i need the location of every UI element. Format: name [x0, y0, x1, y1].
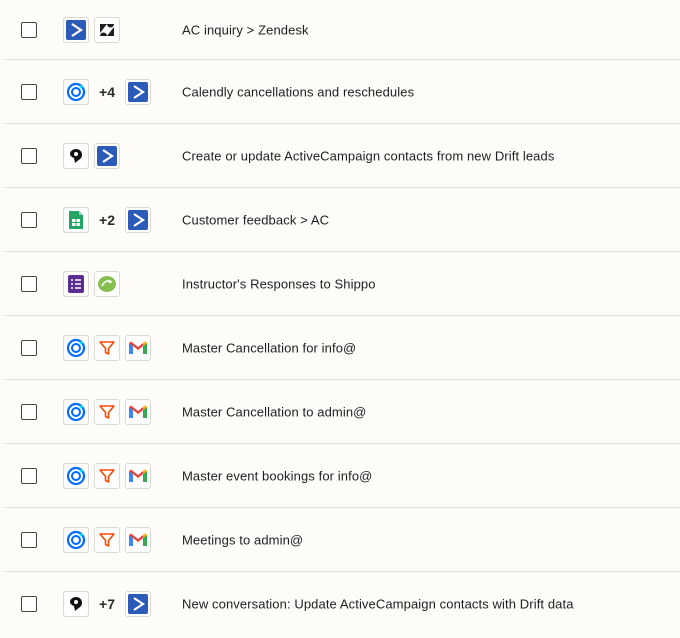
select-checkbox[interactable] — [21, 211, 37, 228]
activecampaign-icon — [94, 142, 120, 169]
select-checkbox[interactable] — [21, 531, 37, 548]
google-forms-icon — [63, 270, 89, 297]
more-apps-count: +7 — [94, 591, 120, 617]
zap-title[interactable]: New conversation: Update ActiveCampaign … — [182, 597, 574, 612]
zap-row[interactable]: Master Cancellation for info@ — [4, 316, 680, 380]
gmail-icon — [125, 526, 151, 553]
zap-row[interactable]: +7 New conversation: Update ActiveCampai… — [4, 572, 680, 636]
select-checkbox[interactable] — [21, 467, 37, 484]
zap-row[interactable]: AC inquiry > Zendesk — [4, 0, 680, 60]
shippo-icon — [94, 270, 120, 297]
app-icons — [63, 16, 120, 43]
zendesk-icon — [94, 16, 120, 43]
zap-row[interactable]: +4 Calendly cancellations and reschedule… — [4, 60, 680, 124]
app-icons: +7 — [63, 591, 151, 617]
calendly-icon — [63, 334, 89, 361]
zap-row[interactable]: Create or update ActiveCampaign contacts… — [4, 124, 680, 188]
zap-title[interactable]: Instructor's Responses to Shippo — [182, 276, 376, 291]
select-checkbox[interactable] — [21, 275, 37, 292]
calendly-icon — [63, 526, 89, 553]
zap-title[interactable]: Master event bookings for info@ — [182, 468, 372, 483]
zap-title[interactable]: Meetings to admin@ — [182, 532, 303, 547]
app-icons — [63, 526, 151, 553]
gmail-icon — [125, 334, 151, 361]
calendly-icon — [63, 398, 89, 425]
zap-row[interactable]: Instructor's Responses to Shippo — [4, 252, 680, 316]
filter-icon — [94, 398, 120, 425]
zap-title[interactable]: Master Cancellation to admin@ — [182, 404, 366, 419]
google-sheets-icon — [63, 206, 89, 233]
calendly-icon — [63, 462, 89, 489]
gmail-icon — [125, 462, 151, 489]
zap-title[interactable]: Create or update ActiveCampaign contacts… — [182, 148, 554, 163]
select-checkbox[interactable] — [21, 147, 37, 164]
zap-title[interactable]: AC inquiry > Zendesk — [182, 22, 309, 37]
zap-title[interactable]: Calendly cancellations and reschedules — [182, 84, 414, 99]
activecampaign-icon — [63, 16, 89, 43]
select-checkbox[interactable] — [21, 403, 37, 420]
zap-list: AC inquiry > Zendesk +4 Calendly cancell… — [0, 0, 680, 636]
zap-row[interactable]: Master Cancellation to admin@ — [4, 380, 680, 444]
select-checkbox[interactable] — [21, 596, 37, 612]
app-icons — [63, 334, 151, 361]
select-checkbox[interactable] — [21, 83, 37, 100]
zap-row[interactable]: Meetings to admin@ — [4, 508, 680, 572]
more-count-label: +4 — [99, 83, 115, 100]
app-icons — [63, 270, 120, 297]
activecampaign-icon — [125, 78, 151, 105]
zap-title[interactable]: Customer feedback > AC — [182, 212, 329, 227]
filter-icon — [94, 462, 120, 489]
calendly-icon — [63, 78, 89, 105]
zap-title[interactable]: Master Cancellation for info@ — [182, 340, 356, 355]
app-icons: +4 — [63, 78, 151, 105]
drift-icon — [63, 142, 89, 169]
select-checkbox[interactable] — [21, 339, 37, 356]
app-icons — [63, 462, 151, 489]
more-count-label: +2 — [99, 211, 115, 228]
zap-row[interactable]: Master event bookings for info@ — [4, 444, 680, 508]
filter-icon — [94, 526, 120, 553]
app-icons — [63, 142, 120, 169]
select-checkbox[interactable] — [21, 21, 37, 38]
zap-row[interactable]: +2 Customer feedback > AC — [4, 188, 680, 252]
app-icons: +2 — [63, 206, 151, 233]
activecampaign-icon — [125, 591, 151, 617]
app-icons — [63, 398, 151, 425]
more-apps-count: +2 — [94, 207, 120, 233]
drift-icon — [63, 591, 89, 617]
more-count-label: +7 — [99, 596, 115, 612]
filter-icon — [94, 334, 120, 361]
activecampaign-icon — [125, 206, 151, 233]
more-apps-count: +4 — [94, 79, 120, 105]
gmail-icon — [125, 398, 151, 425]
